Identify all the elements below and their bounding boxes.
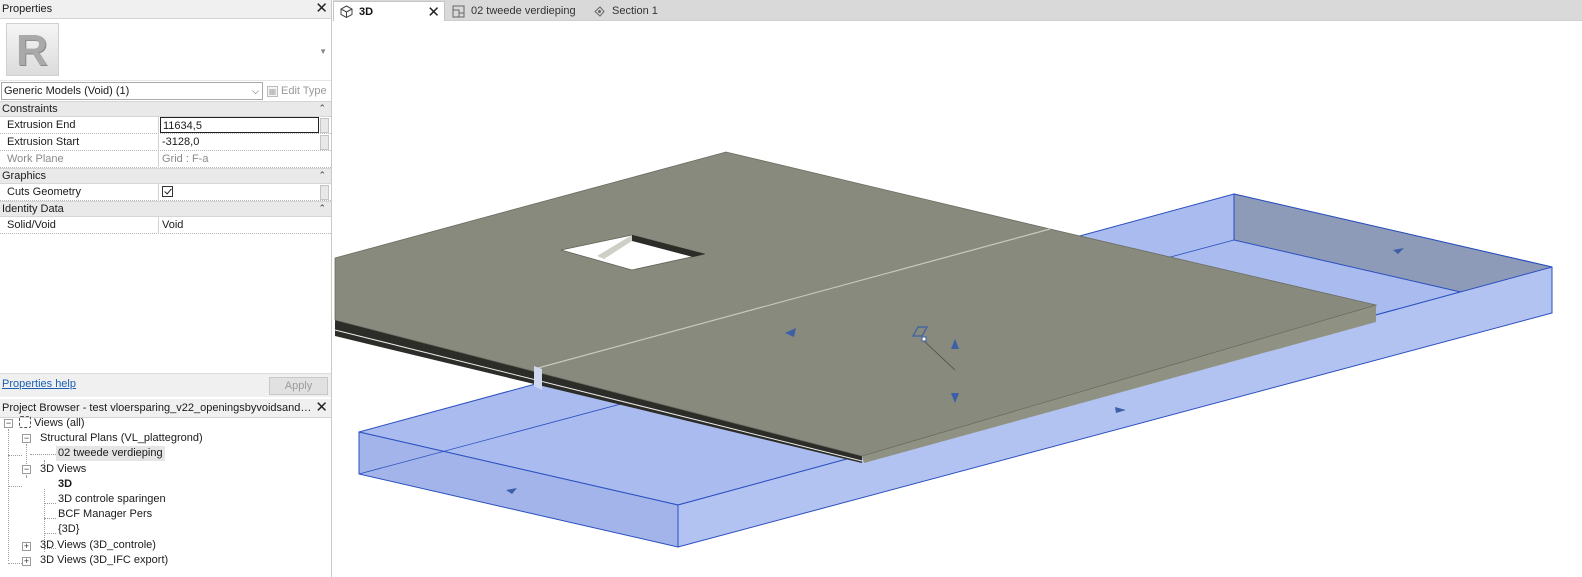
tab-label: Section 1 (612, 5, 658, 17)
close-icon[interactable]: ✕ (315, 400, 328, 415)
solid-void-field[interactable]: Void (160, 217, 319, 234)
chevron-down-icon[interactable]: ▼ (319, 47, 327, 56)
collapse-icon[interactable]: ⌃ (318, 201, 326, 216)
left-dock: Properties ✕ R ▼ Generic Models (Void) (… (0, 0, 332, 577)
3d-viewport[interactable] (333, 21, 1582, 577)
property-row-extrusion-start: Extrusion Start -3128,0 (0, 134, 331, 151)
scrollbar-segment[interactable] (320, 185, 329, 200)
expand-icon[interactable]: + (22, 542, 31, 551)
type-preview: R ▼ (0, 19, 331, 81)
properties-grid: Constraints ⌃ Extrusion End 11634,5 Extr… (0, 101, 331, 234)
group-label: Identity Data (2, 203, 64, 215)
views-icon (19, 416, 31, 428)
property-row-solid-void: Solid/Void Void (0, 217, 331, 234)
type-selector-row: Generic Models (Void) (1) ⌵ ▦ Edit Type (0, 82, 331, 100)
extrusion-end-field[interactable]: 11634,5 (160, 117, 319, 133)
tree-item-views-all[interactable]: Views (all) (19, 416, 85, 431)
floor-plan-icon (452, 5, 465, 17)
tab-label: 3D (359, 5, 374, 18)
tree-item-3d-controle-group[interactable]: 3D Views (3D_controle) (40, 538, 156, 553)
tree-item-3d-controle-sparingen[interactable]: 3D controle sparingen (58, 492, 166, 507)
group-graphics[interactable]: Graphics ⌃ (0, 168, 331, 184)
type-selector-value: Generic Models (Void) (1) (4, 85, 130, 97)
collapse-icon[interactable]: − (4, 419, 13, 428)
tree-item-3d-views[interactable]: 3D Views (40, 462, 86, 477)
apply-button[interactable]: Apply (269, 377, 328, 395)
chevron-down-icon: ⌵ (252, 86, 259, 96)
project-browser: Project Browser - test vloersparing_v22_… (0, 399, 331, 577)
tab-label: 02 tweede verdieping (471, 5, 576, 17)
property-key: Solid/Void (0, 217, 159, 234)
property-key: Cuts Geometry (0, 184, 159, 201)
collapse-icon[interactable]: ⌃ (318, 101, 326, 116)
scrollbar-segment[interactable] (320, 118, 329, 133)
tab-section-1[interactable]: Section 1 (587, 1, 697, 21)
section-icon (594, 5, 605, 17)
property-row-extrusion-end: Extrusion End 11634,5 (0, 117, 331, 134)
cuts-geometry-checkbox[interactable] (162, 186, 173, 197)
3d-view-icon (340, 5, 353, 18)
type-selector-dropdown[interactable]: Generic Models (Void) (1) ⌵ (1, 82, 263, 100)
properties-titlebar: Properties ✕ (0, 0, 331, 19)
collapse-icon[interactable]: − (22, 434, 31, 443)
extrusion-start-field[interactable]: -3128,0 (160, 134, 319, 151)
tree-item-structural-plans[interactable]: Structural Plans (VL_plattegrond) (40, 431, 203, 446)
property-row-work-plane: Work Plane Grid : F-a (0, 151, 331, 168)
project-browser-title: Project Browser - test vloersparing_v22_… (2, 402, 314, 414)
tree-item-plan-02[interactable]: 02 tweede verdieping (56, 446, 165, 461)
property-key: Extrusion End (0, 117, 159, 134)
properties-help-link[interactable]: Properties help (2, 378, 76, 390)
tab-02-tweede-verdieping[interactable]: 02 tweede verdieping (446, 1, 586, 21)
collapse-icon[interactable]: − (22, 465, 31, 474)
tree-label: Views (all) (34, 417, 85, 429)
work-plane-value: Grid : F-a (162, 153, 209, 165)
cuts-geometry-cell (160, 184, 319, 201)
group-label: Graphics (2, 170, 47, 182)
edit-type-button[interactable]: ▦ Edit Type (267, 83, 327, 99)
tree-item-bcf-manager[interactable]: BCF Manager Pers (58, 507, 152, 522)
collapse-icon[interactable]: ⌃ (318, 168, 326, 183)
property-key: Work Plane (0, 151, 159, 168)
scrollbar-segment[interactable] (320, 135, 329, 150)
edit-type-label: Edit Type (281, 85, 327, 97)
property-row-cuts-geometry: Cuts Geometry (0, 184, 331, 201)
tab-3d[interactable]: 3D ✕ (333, 1, 445, 21)
group-identity-data[interactable]: Identity Data ⌃ (0, 201, 331, 217)
properties-footer: Properties help Apply (0, 373, 331, 397)
tree-item-3d-ifc-group[interactable]: 3D Views (3D_IFC export) (40, 553, 168, 568)
edit-type-icon: ▦ (267, 85, 278, 97)
expand-icon[interactable]: + (22, 557, 31, 566)
view-tab-bar: 3D ✕ 02 tweede verdieping Section 1 (333, 0, 1582, 21)
group-label: Constraints (2, 103, 58, 115)
group-constraints[interactable]: Constraints ⌃ (0, 101, 331, 117)
tree-item-default-3d[interactable]: {3D} (58, 522, 79, 537)
properties-title: Properties (2, 3, 53, 15)
revit-logo-icon: R (6, 23, 59, 76)
tree-item-3d[interactable]: 3D (58, 477, 72, 492)
property-key: Extrusion Start (0, 134, 159, 151)
close-icon[interactable]: ✕ (315, 1, 328, 16)
model-canvas[interactable] (333, 21, 1582, 577)
close-icon[interactable]: ✕ (427, 3, 440, 21)
